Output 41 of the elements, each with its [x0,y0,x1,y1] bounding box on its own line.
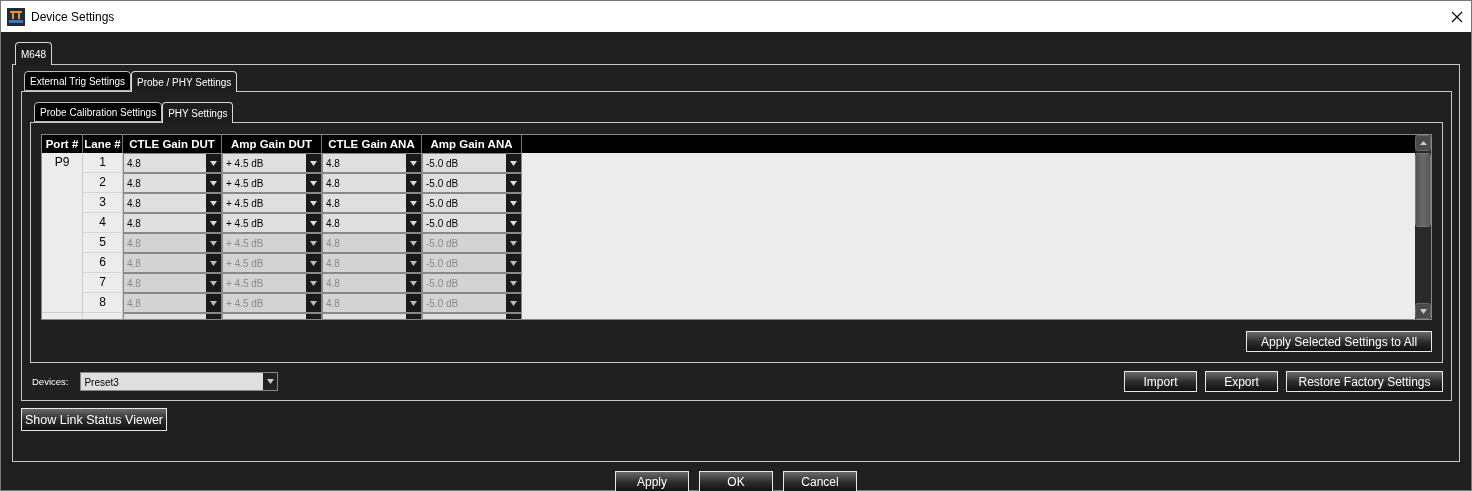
settings-tab[interactable]: External Trig Settings [24,71,132,91]
gain-dropdown[interactable]: + 4.5 dB [222,193,322,213]
gain-dropdown[interactable]: 4.8 [322,213,422,233]
link-status-button[interactable]: Show Link Status Viewer [21,408,168,431]
close-icon[interactable] [1451,10,1463,23]
scroll-down-icon[interactable] [1415,303,1431,319]
file-button[interactable]: Import [1124,371,1197,392]
gain-dropdown[interactable]: -5.0 dB [422,213,522,233]
gain-dropdown[interactable]: -5.0 dB [422,193,522,213]
app-icon [7,7,25,26]
dialog-button[interactable]: Cancel [783,471,857,491]
scroll-thumb[interactable] [1415,153,1431,227]
gain-dropdown[interactable]: + 4.5 dB [222,173,322,193]
apply-all-button[interactable]: Apply Selected Settings to All [1246,331,1432,352]
gain-dropdown[interactable]: -5.0 dB [422,153,522,173]
column-header: Port # [42,135,83,153]
device-tab[interactable]: M648 [15,42,52,65]
probe-tab[interactable]: Probe Calibration Settings [34,102,163,122]
probe-tab[interactable]: PHY Settings [162,102,234,123]
file-button[interactable]: Restore Factory Settings [1286,371,1443,392]
gain-dropdown[interactable]: + 4.5 dB [222,153,322,173]
gain-dropdown[interactable]: + 4.5 dB [222,213,322,233]
gain-dropdown[interactable]: 4.8 [123,173,222,193]
settings-tab[interactable]: Probe / PHY Settings [131,71,238,92]
window-title: Device Settings [31,9,116,24]
gain-dropdown[interactable]: 4.8 [123,153,222,173]
gain-dropdown[interactable]: -5.0 dB [422,173,522,193]
scroll-up-icon[interactable] [1415,135,1431,151]
file-button[interactable]: Export [1205,371,1278,392]
gain-dropdown[interactable]: 4.8 [322,153,422,173]
devices-label: Devices: [32,376,69,387]
gain-dropdown[interactable]: 4.8 [322,173,422,193]
port-cell: P9 [42,153,83,313]
dialog-button[interactable]: OK [699,471,773,491]
devices-dropdown[interactable]: Preset3 [80,372,279,391]
gain-dropdown[interactable]: 4.8 [123,193,222,213]
gain-dropdown[interactable]: 4.8 [123,213,222,233]
gain-dropdown[interactable]: 4.8 [322,193,422,213]
scrollbar[interactable] [1415,135,1431,319]
column-header: Lane # [83,135,123,153]
dialog-button[interactable]: Apply [615,471,689,491]
